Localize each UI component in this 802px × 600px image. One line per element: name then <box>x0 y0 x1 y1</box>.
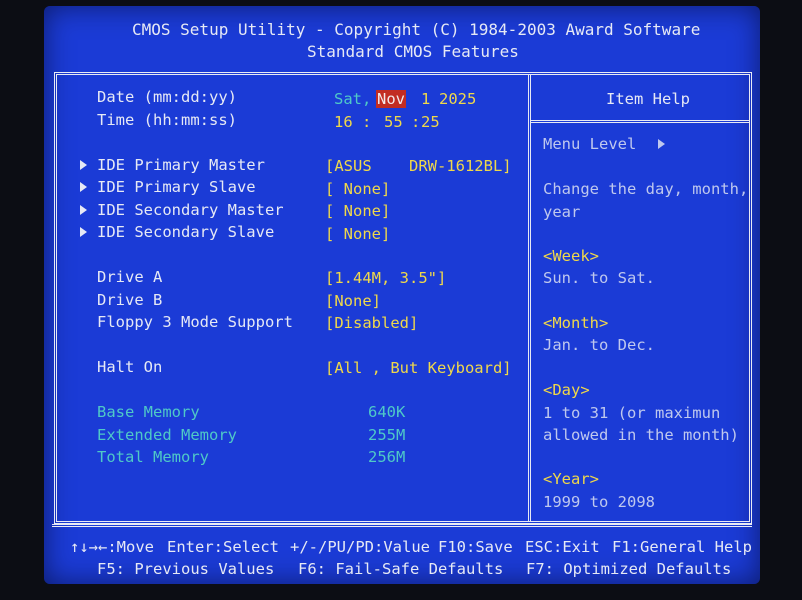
help-year-heading: <Year> <box>543 470 599 488</box>
date-weekday: Sat, <box>334 90 372 108</box>
help-title-divider <box>531 120 749 123</box>
page-title: Standard CMOS Features <box>307 42 519 61</box>
floppy-3-mode-label[interactable]: Floppy 3 Mode Support <box>97 313 293 331</box>
extended-memory-label: Extended Memory <box>97 426 237 444</box>
help-day-range-line1: 1 to 31 (or maximun <box>543 404 721 422</box>
time-sep-2: : <box>411 113 421 131</box>
key-optimized-defaults-hint: F7: Optimized Defaults <box>526 560 732 578</box>
ide-primary-master-label[interactable]: IDE Primary Master <box>97 156 265 174</box>
total-memory-value: 256M <box>368 448 406 466</box>
key-select-hint: Enter:Select <box>167 538 279 556</box>
key-failsafe-defaults-hint: F6: Fail-Safe Defaults <box>298 560 504 578</box>
date-month-field[interactable]: Nov <box>376 90 406 108</box>
time-second-field[interactable]: 25 <box>421 113 440 131</box>
item-help-title: Item Help <box>606 90 690 108</box>
total-memory-label: Total Memory <box>97 448 209 466</box>
help-week-heading: <Week> <box>543 247 599 265</box>
help-week-range: Sun. to Sat. <box>543 269 655 287</box>
halt-on-label[interactable]: Halt On <box>97 358 162 376</box>
key-value-hint: +/-/PU/PD:Value <box>290 538 430 556</box>
help-desc-line1: Change the day, month, <box>543 180 749 198</box>
key-move-hint: ↑↓→←:Move <box>70 538 154 556</box>
key-save-hint: F10:Save <box>438 538 513 556</box>
key-previous-values-hint: F5: Previous Values <box>97 560 275 578</box>
halt-on-value[interactable]: [All , But Keyboard] <box>325 359 512 377</box>
ide-secondary-slave-label[interactable]: IDE Secondary Slave <box>97 223 274 241</box>
menu-level-arrow-icon <box>658 139 665 149</box>
ide-primary-slave-value[interactable]: [ None] <box>325 180 390 198</box>
help-day-heading: <Day> <box>543 381 590 399</box>
submenu-arrow-icon <box>80 227 87 237</box>
date-label: Date (mm:dd:yy) <box>97 88 237 106</box>
date-year-field[interactable]: 2025 <box>439 90 476 108</box>
date-day-field[interactable]: 1 <box>421 90 430 108</box>
footer-divider <box>52 524 752 527</box>
header-title: CMOS Setup Utility - Copyright (C) 1984-… <box>132 20 701 39</box>
help-month-range: Jan. to Dec. <box>543 336 655 354</box>
drive-b-label[interactable]: Drive B <box>97 291 162 309</box>
menu-level-label: Menu Level <box>543 135 637 153</box>
ide-primary-slave-label[interactable]: IDE Primary Slave <box>97 178 256 196</box>
submenu-arrow-icon <box>80 182 87 192</box>
drive-a-value[interactable]: [1.44M, 3.5"] <box>325 269 446 287</box>
time-sep-1: : <box>362 113 372 131</box>
ide-secondary-master-label[interactable]: IDE Secondary Master <box>97 201 284 219</box>
ide-secondary-master-value[interactable]: [ None] <box>325 202 390 220</box>
floppy-3-mode-value[interactable]: [Disabled] <box>325 314 418 332</box>
base-memory-value: 640K <box>368 403 406 421</box>
help-month-heading: <Month> <box>543 314 609 332</box>
drive-b-value[interactable]: [None] <box>325 292 381 310</box>
ide-secondary-slave-value[interactable]: [ None] <box>325 225 390 243</box>
key-help-hint: F1:General Help <box>612 538 752 556</box>
time-hour-field[interactable]: 16 <box>334 113 353 131</box>
time-minute-field[interactable]: 55 <box>384 113 403 131</box>
drive-a-label[interactable]: Drive A <box>97 268 162 286</box>
ide-primary-master-value[interactable]: [ASUS DRW-1612BL] <box>325 157 512 175</box>
base-memory-label: Base Memory <box>97 403 200 421</box>
extended-memory-value: 255M <box>368 426 406 444</box>
submenu-arrow-icon <box>80 160 87 170</box>
panel-divider <box>528 75 531 521</box>
submenu-arrow-icon <box>80 205 87 215</box>
help-day-range-line2: allowed in the month) <box>543 426 739 444</box>
help-desc-line2: year <box>543 203 581 221</box>
help-year-range: 1999 to 2098 <box>543 493 655 511</box>
time-label: Time (hh:mm:ss) <box>97 111 237 129</box>
key-exit-hint: ESC:Exit <box>525 538 600 556</box>
